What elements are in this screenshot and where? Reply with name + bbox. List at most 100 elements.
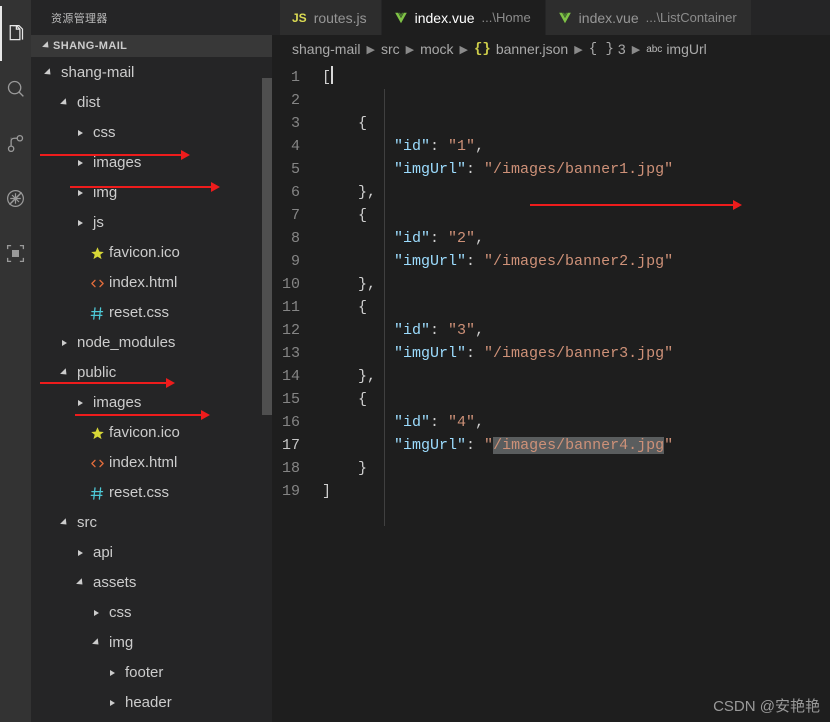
code-line[interactable]: 13 "imgUrl": "/images/banner3.jpg" [280, 342, 830, 365]
code-line[interactable]: 1[ [280, 66, 830, 89]
section-header-label: SHANG-MAIL [53, 40, 128, 52]
tree-item-label: api [93, 544, 114, 561]
tab-index-vue-2[interactable]: index.vue ...\ListContainer [545, 0, 752, 35]
tree-item-label: images [93, 154, 142, 171]
code-text: { [322, 204, 367, 227]
tree-item-label: src [77, 514, 97, 531]
tab-label: routes.js [313, 9, 367, 26]
breadcrumb-item-src[interactable]: src [381, 41, 400, 57]
code-token: } [322, 460, 368, 477]
tree-item-label: favicon.ico [109, 424, 180, 441]
breadcrumb-item-banner-json[interactable]: {} banner.json [474, 41, 568, 57]
activity-run-debug[interactable] [0, 171, 31, 226]
tree-item-images[interactable]: images [31, 148, 280, 178]
code-token: "/images/banner1.jpg" [484, 161, 674, 178]
tree-item-img[interactable]: img [31, 178, 280, 208]
code-text: "id": "1", [322, 135, 484, 158]
code-line[interactable]: 4 "id": "1", [280, 135, 830, 158]
breadcrumb-item-3[interactable]: { } 3 [589, 41, 626, 57]
code-line[interactable]: 14 }, [280, 365, 830, 388]
code-line[interactable]: 12 "id": "3", [280, 319, 830, 342]
breadcrumb-item-mock[interactable]: mock [420, 41, 453, 57]
json-icon: {} [474, 41, 491, 57]
activity-extensions[interactable] [0, 226, 31, 281]
breadcrumb-item-shang-mail[interactable]: shang-mail [292, 41, 360, 57]
tree-item-index-html[interactable]: index.html [31, 268, 280, 298]
tree-item-footer[interactable]: footer [31, 658, 280, 688]
code-token: "1" [448, 138, 476, 155]
breadcrumb-separator-icon: ▶ [366, 43, 375, 56]
tree-item-reset-css[interactable]: reset.css [31, 298, 280, 328]
code-token: "3" [448, 322, 476, 339]
sidebar-title: 资源管理器 [31, 0, 280, 35]
tree-item-assets[interactable]: assets [31, 568, 280, 598]
code-editor[interactable]: 1[2 3 {4 "id": "1", 5 "imgUrl": "/images/b… [280, 63, 830, 722]
code-line[interactable]: 17 "imgUrl": "/images/banner4.jpg" [280, 434, 830, 457]
code-line[interactable]: 6 }, [280, 181, 830, 204]
code-line[interactable]: 9 "imgUrl": "/images/banner2.jpg" [280, 250, 830, 273]
tree-item-css[interactable]: css [31, 118, 280, 148]
tree-item-index-html[interactable]: index.html [31, 448, 280, 478]
chevron-down-icon [73, 568, 87, 598]
tree-item-dist[interactable]: dist [31, 88, 280, 118]
code-token: { [322, 391, 368, 408]
code-line[interactable]: 10 }, [280, 273, 830, 296]
line-number: 9 [290, 253, 300, 270]
code-line[interactable]: 3 { [280, 112, 830, 135]
code-line[interactable]: 8 "id": "2", [280, 227, 830, 250]
code-token: "id" [394, 414, 431, 431]
code-line[interactable]: 7 { [280, 204, 830, 227]
tree-item-node-modules[interactable]: node_modules [31, 328, 280, 358]
code-token: "imgUrl" [394, 253, 467, 270]
tree-item-src[interactable]: src [31, 508, 280, 538]
code-token: }, [322, 184, 377, 201]
code-line[interactable]: 19] [280, 480, 830, 503]
tree-item-icons-png[interactable]: icons.png [31, 718, 280, 722]
tree-item-reset-css[interactable]: reset.css [31, 478, 280, 508]
code-line[interactable]: 18 } [280, 457, 830, 480]
tree-item-shang-mail[interactable]: shang-mail [31, 58, 280, 88]
tree-item-label: icons.png [141, 718, 205, 722]
code-token: "/images/banner3.jpg" [484, 345, 674, 362]
tab-index-vue-1[interactable]: index.vue ...\Home [381, 0, 546, 35]
code-token: "id" [394, 230, 431, 247]
breadcrumb-separator-icon: ▶ [631, 43, 641, 56]
code-line[interactable]: 15 { [280, 388, 830, 411]
code-text: } [322, 457, 367, 480]
html-icon [87, 448, 107, 478]
line-number: 14 [281, 368, 300, 385]
explorer-section-header[interactable]: SHANG-MAIL [31, 35, 280, 57]
tree-item-favicon-ico[interactable]: favicon.ico [31, 238, 280, 268]
tab-routes-js-0[interactable]: JS routes.js [280, 0, 382, 35]
sidebar-scrollbar[interactable] [262, 78, 272, 415]
tree-item-label: js [93, 214, 104, 231]
selected-text: /images/banner4.jpg [493, 437, 665, 454]
tree-item-css[interactable]: css [31, 598, 280, 628]
tree-item-js[interactable]: js [31, 208, 280, 238]
tree-item-label: img [109, 634, 134, 651]
code-token: "/images/banner2.jpg" [484, 253, 674, 270]
activity-source-control[interactable] [0, 116, 31, 171]
activity-search[interactable] [0, 61, 31, 116]
tree-item-header[interactable]: header [31, 688, 280, 718]
tree-item-favicon-ico[interactable]: favicon.ico [31, 418, 280, 448]
code-text: }, [322, 273, 376, 296]
tree-item-img[interactable]: img [31, 628, 280, 658]
code-line[interactable]: 2 [280, 89, 830, 112]
tree-item-images[interactable]: images [31, 388, 280, 418]
tree-item-label: public [77, 364, 117, 381]
chevron-right-icon [73, 148, 87, 178]
code-line[interactable]: 5 "imgUrl": "/images/banner1.jpg" [280, 158, 830, 181]
source-control-icon [5, 133, 26, 154]
line-number: 6 [290, 184, 300, 201]
breadcrumb-item-imgurl[interactable]: abc imgUrl [646, 41, 707, 57]
chevron-right-icon [73, 388, 87, 418]
code-line[interactable]: 11 { [280, 296, 830, 319]
chevron-right-icon [57, 328, 71, 358]
tree-item-api[interactable]: api [31, 538, 280, 568]
code-line[interactable]: 16 "id": "4", [280, 411, 830, 434]
tree-item-public[interactable]: public [31, 358, 280, 388]
activity-explorer[interactable] [0, 6, 31, 61]
chevron-right-icon [73, 118, 87, 148]
